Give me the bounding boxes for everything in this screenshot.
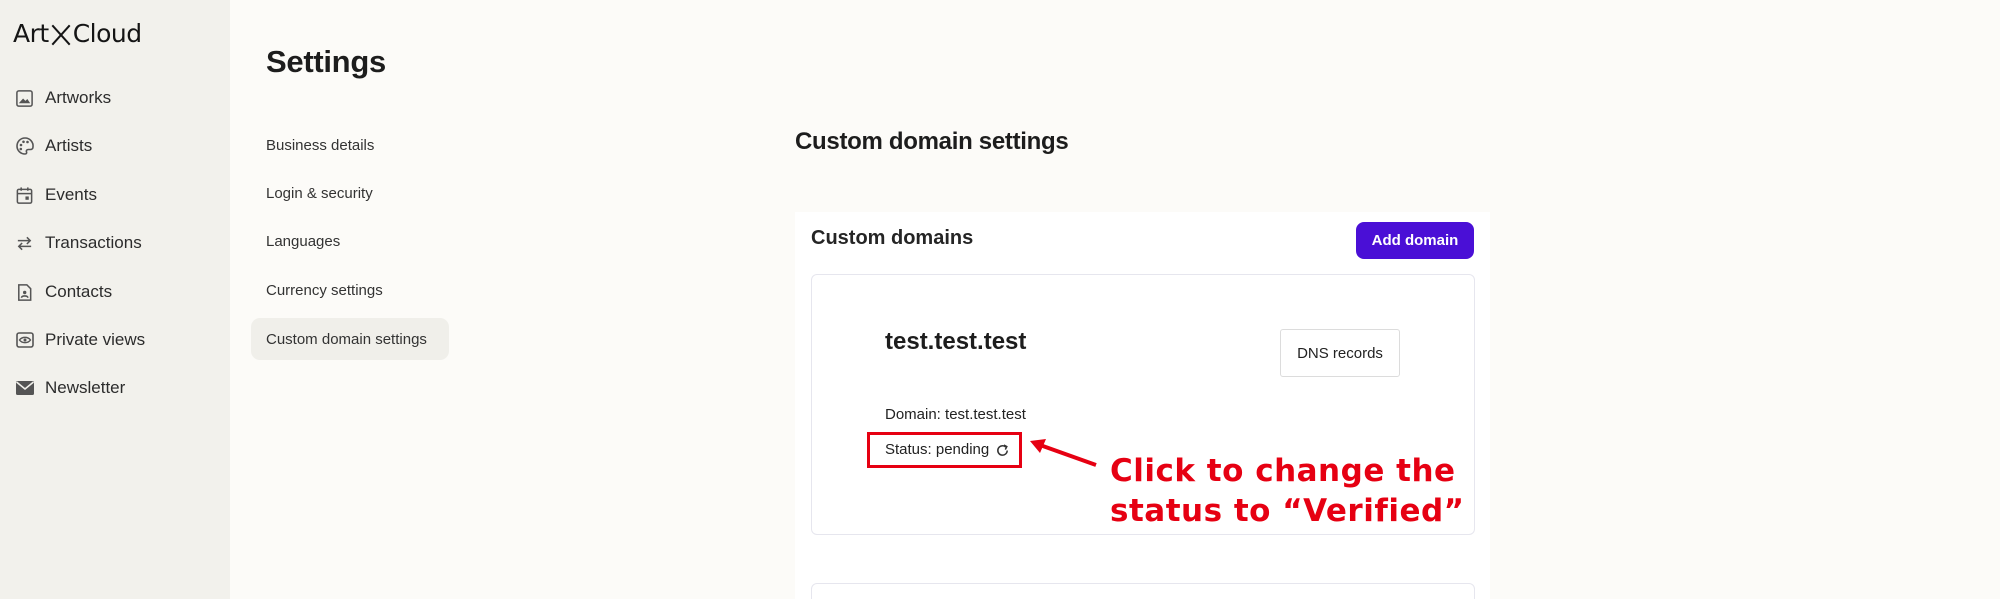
annotation-line-2: status to “Verified”	[1110, 493, 1465, 529]
palette-icon	[14, 136, 35, 157]
annotation-highlight-box	[867, 432, 1022, 468]
annotation-text: Click to change the status to “Verified”	[1110, 451, 1465, 531]
logo-text-right: Cloud	[72, 19, 142, 48]
sidebar-item-label: Transactions	[45, 233, 142, 252]
contact-file-icon	[14, 282, 35, 303]
sidebar-item-label: Events	[45, 185, 97, 204]
logo-text-left: Art	[13, 19, 49, 48]
calendar-icon	[14, 185, 35, 206]
sidebar-item-label: Private views	[45, 330, 146, 349]
settings-nav-currency-settings[interactable]: Currency settings	[266, 269, 383, 311]
page-title: Settings	[266, 44, 386, 79]
sidebar-item-newsletter[interactable]: Newsletter	[14, 373, 125, 403]
domain-detail: Domain: test.test.test	[885, 406, 1026, 423]
logo-x-mark	[50, 23, 72, 45]
swap-arrows-icon	[14, 233, 35, 254]
dns-records-button[interactable]: DNS records	[1280, 329, 1400, 377]
section-title: Custom domain settings	[795, 128, 1069, 155]
settings-nav-business-details[interactable]: Business details	[266, 124, 374, 166]
sidebar-item-events[interactable]: Events	[14, 180, 97, 210]
artxcloud-logo[interactable]: Art Cloud	[13, 19, 142, 48]
card-title: Custom domains	[811, 227, 974, 249]
mail-icon	[14, 378, 35, 399]
sidebar-item-contacts[interactable]: Contacts	[14, 277, 112, 307]
sidebar-item-label: Artists	[45, 136, 93, 155]
annotation-arrow-icon	[1030, 439, 1097, 467]
add-domain-button[interactable]: Add domain	[1356, 222, 1474, 259]
sidebar-item-transactions[interactable]: Transactions	[14, 228, 142, 258]
settings-nav-custom-domain-settings[interactable]: Custom domain settings	[251, 318, 449, 360]
settings-nav-languages[interactable]: Languages	[266, 220, 340, 262]
annotation-line-1: Click to change the	[1110, 453, 1456, 489]
domain-item-card-next	[811, 583, 1475, 599]
sidebar-item-label: Newsletter	[45, 378, 126, 397]
sidebar-item-label: Artworks	[45, 88, 112, 107]
sidebar-item-private-views[interactable]: Private views	[14, 325, 145, 355]
sidebar-item-artworks[interactable]: Artworks	[14, 83, 111, 113]
domain-name: test.test.test	[885, 328, 1027, 355]
sidebar-item-artists[interactable]: Artists	[14, 131, 92, 161]
image-icon	[14, 88, 35, 109]
eye-icon	[14, 330, 35, 351]
sidebar: Art Cloud Artworks Artists Events Transac…	[0, 0, 230, 599]
sidebar-item-label: Contacts	[45, 282, 113, 301]
settings-nav-login-security[interactable]: Login & security	[266, 172, 373, 214]
